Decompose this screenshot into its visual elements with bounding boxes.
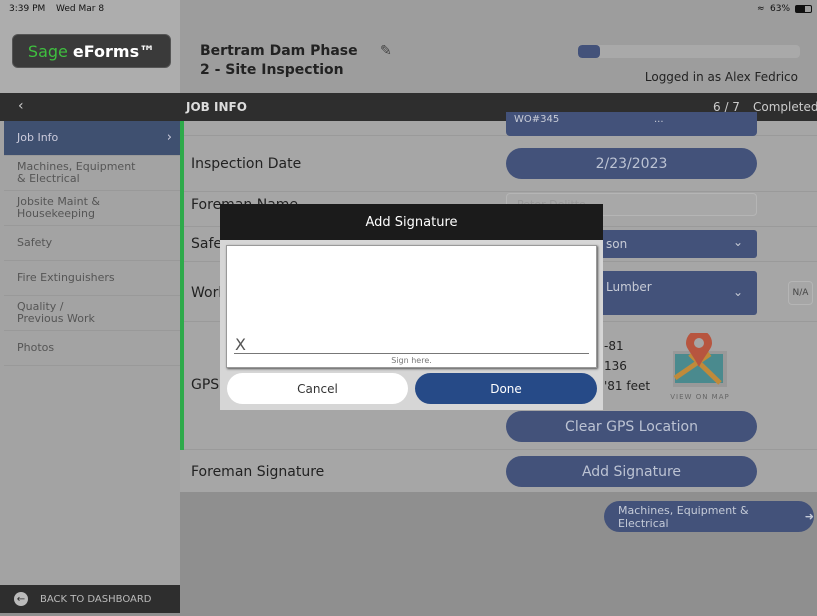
status-bar: 3:39 PM Wed Mar 8 ≈ 63% [0,0,817,18]
logo-eforms: eForms™ [72,41,156,61]
map-pin-icon [673,330,727,387]
chevron-down-icon: ⌄ [732,285,743,299]
pencil-icon[interactable]: ✎ [380,43,392,59]
work-value: Lumber [606,280,652,294]
clear-gps-button[interactable]: Clear GPS Location [506,411,757,442]
view-on-map-button[interactable]: VIEW ON MAP [670,330,730,401]
next-section-button[interactable]: Machines, Equipment & Electrical ➜ [604,501,814,532]
progress-bar [578,45,800,58]
cancel-button[interactable]: Cancel [227,373,408,404]
form-title: Bertram Dam Phase 2 - Site Inspection [200,43,358,78]
sidebar-item-label: Safety [17,236,53,249]
wo-value: WO#345 [514,114,560,125]
logged-in-label: Logged in as Alex Fedrico [644,70,798,84]
sidebar-item-quality[interactable]: Quality / Previous Work [4,296,180,331]
inspection-date-label: Inspection Date [191,156,302,172]
next-section-label: Machines, Equipment & Electrical [618,503,749,530]
sidebar-item-fire[interactable]: Fire Extinguishers [4,261,180,296]
back-chevron-icon[interactable]: ‹ [18,98,24,114]
sidebar-item-safety[interactable]: Safety [4,226,180,261]
safety-value: son [606,237,628,251]
view-on-map-label: VIEW ON MAP [670,393,730,401]
signature-hint: Sign here. [391,356,432,365]
chevron-right-icon: › [166,130,172,145]
sidebar-item-jobsite[interactable]: Jobsite Maint & Housekeeping [4,191,180,226]
wo-more: ... [654,114,664,125]
arrow-left-icon: ← [14,592,28,606]
inspection-date-button[interactable]: 2/23/2023 [506,148,757,179]
done-button[interactable]: Done [415,373,597,404]
sidebar-item-label: Machines, Equipment & Electrical [17,160,136,185]
na-button[interactable]: N/A [788,281,813,305]
battery-icon [795,5,812,13]
section-title: JOB INFO [186,100,247,114]
gps-label: GPS [191,377,220,393]
gps-longitude: 136 [604,359,627,373]
wifi-icon: ≈ [757,4,765,14]
back-to-dashboard-button[interactable]: ← BACK TO DASHBOARD [0,585,180,613]
gps-altitude: '81 feet [604,379,651,393]
gps-latitude: -81 [604,339,624,353]
battery-percent: 63% [770,4,791,14]
sidebar-item-label: Job Info [17,131,59,144]
add-signature-button[interactable]: Add Signature [506,456,757,487]
foreman-signature-label: Foreman Signature [191,464,325,480]
sidebar-item-job-info[interactable]: Job Info › [4,121,180,156]
sidebar-item-photos[interactable]: Photos [4,331,180,366]
sidebar-item-label: Quality / Previous Work [17,300,95,325]
sidebar-item-machines[interactable]: Machines, Equipment & Electrical [4,156,180,191]
completed-label: Completed [753,100,817,114]
sidebar: Job Info › Machines, Equipment & Electric… [0,121,180,585]
dialog-title: Add Signature [220,204,603,240]
sidebar-item-label: Jobsite Maint & Housekeeping [17,195,100,220]
add-signature-dialog: Add Signature X Sign here. Cancel Done [220,204,603,410]
back-label: BACK TO DASHBOARD [40,593,152,605]
signature-pad[interactable]: X Sign here. [226,245,597,368]
signature-line [234,353,589,354]
progress-fill [578,45,601,58]
status-time: 3:39 PM [9,4,46,14]
signature-x: X [235,335,246,354]
sidebar-item-label: Fire Extinguishers [17,271,115,284]
status-date: Wed Mar 8 [56,4,105,14]
chevron-down-icon: ⌄ [732,235,743,249]
arrow-right-icon: ➜ [804,510,814,523]
work-order-select[interactable]: WO#345... [506,112,757,136]
logo-sage: Sage [27,41,68,61]
sidebar-item-label: Photos [17,341,55,354]
sage-eforms-logo: Sage eForms™ [12,34,171,68]
